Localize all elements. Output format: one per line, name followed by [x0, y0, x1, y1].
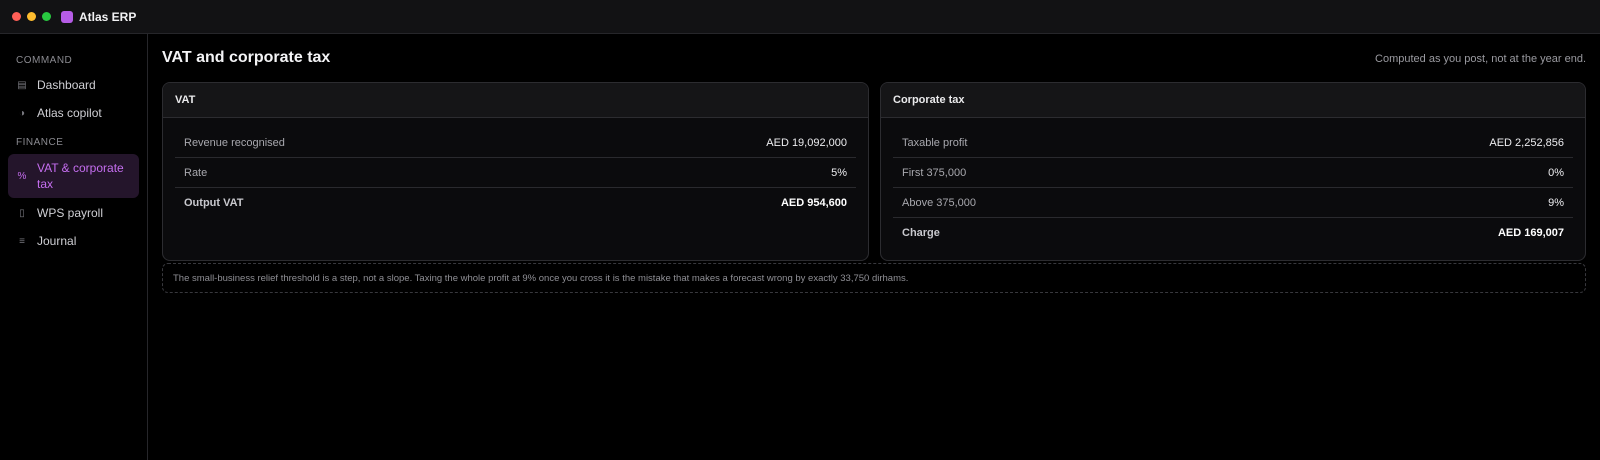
page-header: VAT and corporate tax Computed as you po…	[162, 34, 1586, 82]
vat-card-heading: VAT	[163, 83, 868, 118]
sidebar: COMMAND ▤ Dashboard ◑ Atlas copilot FINA…	[0, 34, 148, 460]
row-value: 9%	[1548, 196, 1564, 209]
sidebar-item-label: WPS payroll	[37, 206, 104, 220]
corporate-tax-rows: Taxable profit AED 2,252,856 First 375,0…	[881, 118, 1585, 248]
corporate-tax-card: Corporate tax Taxable profit AED 2,252,8…	[880, 82, 1586, 261]
list-icon: ≡	[19, 235, 25, 247]
table-row: First 375,000 0%	[893, 158, 1573, 188]
sidebar-item-wps-payroll[interactable]: ▯ WPS payroll	[0, 200, 147, 226]
main-content: VAT and corporate tax Computed as you po…	[162, 34, 1586, 293]
sidebar-item-label: Journal	[37, 234, 77, 248]
row-label: First 375,000	[902, 166, 967, 179]
threshold-note: The small-business relief threshold is a…	[162, 263, 1586, 293]
sidebar-item-journal[interactable]: ≡ Journal	[0, 228, 147, 254]
table-row: Above 375,000 9%	[893, 188, 1573, 218]
title-bar: Atlas ERP	[0, 0, 1600, 34]
calculator-icon: ▯	[19, 207, 25, 219]
row-label: Output VAT	[184, 197, 244, 209]
row-value: AED 2,252,856	[1489, 136, 1564, 149]
row-label: Revenue recognised	[184, 136, 285, 149]
sidebar-item-label: Dashboard	[37, 78, 96, 92]
sidebar-item-atlas-copilot[interactable]: ◑ Atlas copilot	[0, 100, 147, 126]
table-row-total: Output VAT AED 954,600	[175, 188, 856, 218]
minimize-window-button[interactable]	[27, 12, 36, 21]
half-circle-icon: ◑	[18, 107, 26, 119]
app-logo-icon	[61, 10, 73, 23]
sidebar-section-command: COMMAND	[16, 55, 73, 66]
maximize-window-button[interactable]	[42, 12, 51, 21]
row-value: 5%	[831, 166, 847, 179]
sidebar-item-vat-corporate-tax[interactable]: % VAT & corporate tax	[8, 154, 139, 198]
page-subtitle: Computed as you post, not at the year en…	[1375, 53, 1586, 65]
percent-icon: %	[17, 170, 27, 182]
app-title: Atlas ERP	[79, 9, 137, 24]
row-label: Above 375,000	[902, 196, 977, 209]
table-row-total: Charge AED 169,007	[893, 218, 1573, 248]
sidebar-item-label: Atlas copilot	[37, 106, 102, 120]
corporate-tax-card-heading: Corporate tax	[881, 83, 1585, 118]
sidebar-section-finance: FINANCE	[16, 137, 64, 148]
close-window-button[interactable]	[12, 12, 21, 21]
page-title: VAT and corporate tax	[162, 49, 331, 66]
row-label: Charge	[902, 227, 940, 239]
row-value: AED 169,007	[1497, 227, 1564, 239]
row-value: AED 954,600	[780, 197, 847, 209]
grid-icon: ▤	[17, 79, 27, 91]
sidebar-item-label: VAT & corporate tax	[37, 161, 124, 191]
vat-rows: Revenue recognised AED 19,092,000 Rate 5…	[163, 118, 868, 218]
row-value: AED 19,092,000	[766, 136, 847, 149]
sidebar-item-dashboard[interactable]: ▤ Dashboard	[0, 72, 147, 98]
window-controls	[12, 12, 51, 21]
row-value: 0%	[1548, 166, 1564, 179]
table-row: Taxable profit AED 2,252,856	[893, 128, 1573, 158]
vat-card: VAT Revenue recognised AED 19,092,000 Ra…	[162, 82, 869, 261]
table-row: Rate 5%	[175, 158, 856, 188]
row-label: Rate	[184, 166, 208, 179]
row-label: Taxable profit	[902, 136, 968, 149]
table-row: Revenue recognised AED 19,092,000	[175, 128, 856, 158]
tax-cards: VAT Revenue recognised AED 19,092,000 Ra…	[162, 82, 1586, 261]
